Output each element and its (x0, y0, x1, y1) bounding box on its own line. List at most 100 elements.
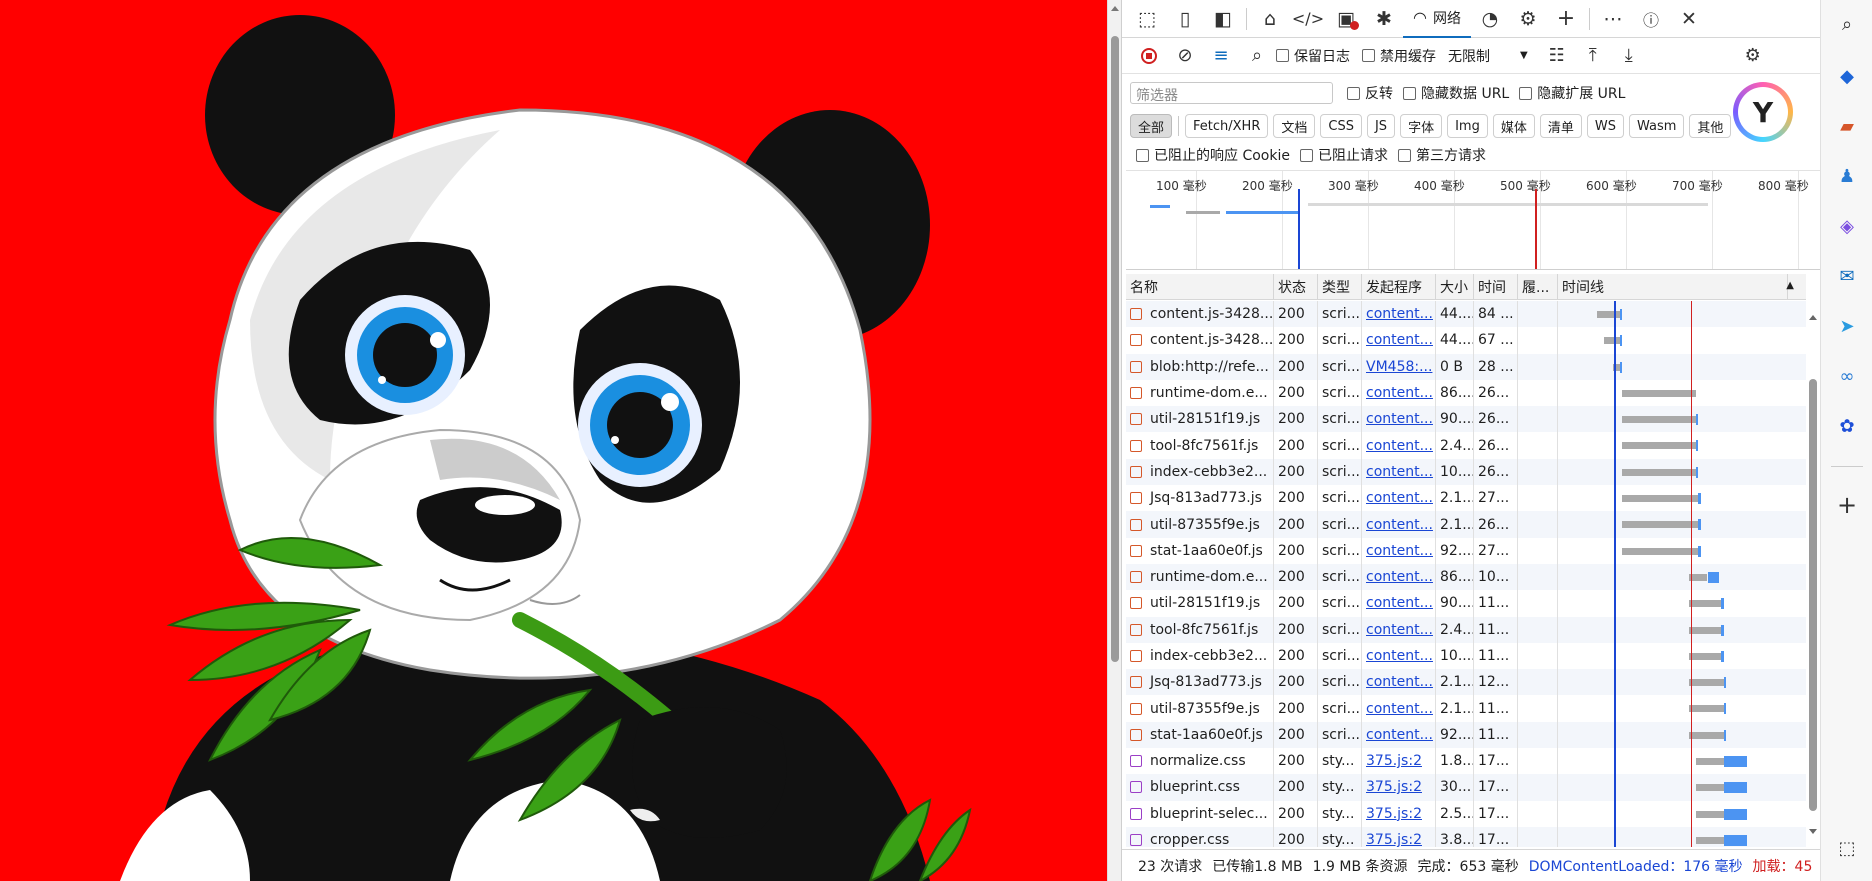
sources-bug-icon[interactable]: ✱ (1365, 0, 1403, 38)
type-filter-doc[interactable]: 文档 (1273, 114, 1316, 138)
games-icon[interactable]: ♟ (1833, 162, 1861, 190)
outlook-icon[interactable]: ✉ (1833, 262, 1861, 290)
tab-network[interactable]: ◠ 网络 (1403, 0, 1471, 38)
cell-initiator-text[interactable]: VM458:... (1366, 359, 1432, 375)
table-row[interactable]: util-87355f9e.js 200 scri... content... 2.1.… (1126, 695, 1806, 722)
table-scroll-up-arrow[interactable] (1809, 315, 1817, 320)
cell-initiator-text[interactable]: content... (1366, 385, 1433, 401)
column-header[interactable]: 大小 (1436, 274, 1474, 299)
cell-initiator[interactable]: content... (1362, 537, 1436, 564)
elements-code-icon[interactable]: </> (1289, 0, 1327, 38)
table-row[interactable]: runtime-dom.e... 200 scri... content... 86..… (1126, 563, 1806, 591)
column-header[interactable]: 时间线 (1558, 274, 1788, 299)
hide-extension-url-checkbox[interactable]: 隐藏扩展 URL (1519, 83, 1625, 103)
column-header[interactable]: 状态 (1274, 274, 1318, 299)
table-row[interactable]: util-28151f19.js 200 scri... content... 90..… (1126, 406, 1806, 433)
cell-initiator-text[interactable]: content... (1366, 543, 1433, 559)
throttling-select[interactable]: 无限制 ▼ (1448, 46, 1528, 66)
table-row[interactable]: Jsq-813ad773.js 200 scri... content... 2.1..… (1126, 669, 1806, 696)
checkbox-box[interactable] (1276, 49, 1289, 62)
cell-initiator[interactable]: content... (1362, 642, 1436, 670)
search-icon[interactable]: ⌕ (1833, 10, 1861, 38)
table-scroll-thumb[interactable] (1809, 379, 1817, 811)
table-row[interactable]: content.js-3428... 200 scri... content... 44… (1126, 327, 1806, 354)
cell-initiator[interactable]: content... (1362, 563, 1436, 591)
request-table-body[interactable]: content.js-3428... 200 scri... content... 44… (1126, 301, 1806, 847)
preserve-log-checkbox[interactable]: 保留日志 (1276, 46, 1350, 66)
cell-initiator[interactable]: content... (1362, 669, 1436, 696)
checkbox-box[interactable] (1403, 86, 1416, 100)
cell-initiator[interactable]: VM458:... (1362, 353, 1436, 380)
checkbox-box[interactable] (1397, 148, 1411, 162)
blocked-requests-checkbox[interactable]: 已阻止请求 (1299, 145, 1388, 165)
import-har-icon[interactable]: ⤒ (1576, 40, 1610, 72)
cell-initiator-text[interactable]: content... (1366, 727, 1433, 743)
table-row[interactable]: Jsq-813ad773.js 200 scri... content... 2.1..… (1126, 485, 1806, 512)
cell-initiator[interactable]: 375.js:2 (1362, 774, 1436, 801)
cell-initiator-text[interactable]: content... (1366, 674, 1433, 690)
microsoft-365-icon[interactable]: ◈ (1833, 212, 1861, 240)
cell-initiator-text[interactable]: content... (1366, 438, 1433, 454)
more-tools-plus-icon[interactable]: + (1547, 0, 1585, 38)
type-filter-manifest[interactable]: 清单 (1539, 114, 1582, 138)
cell-initiator-text[interactable]: content... (1366, 648, 1433, 664)
screenshot-icon[interactable]: ⬚ (1833, 834, 1861, 862)
shopping-tag-icon[interactable]: ◆ (1833, 62, 1861, 90)
table-row[interactable]: index-cebb3e2... 200 scri... content... 10..… (1126, 642, 1806, 670)
table-row[interactable]: util-87355f9e.js 200 scri... content... 2.1.… (1126, 511, 1806, 538)
record-stop-icon[interactable] (1132, 40, 1166, 72)
table-row[interactable]: blueprint-selec... 200 sty... 375.js:2 2.5..… (1126, 800, 1806, 827)
network-conditions-icon[interactable]: ☷ (1540, 40, 1574, 72)
type-filter-all[interactable]: 全部 (1130, 114, 1173, 138)
add-sidebar-app-icon[interactable]: + (1833, 491, 1861, 519)
cell-initiator[interactable]: content... (1362, 432, 1436, 459)
table-row[interactable]: stat-1aa60e0f.js 200 scri... content... 92..… (1126, 537, 1806, 564)
cell-initiator-text[interactable]: content... (1366, 490, 1433, 506)
inspect-element-icon[interactable]: ⬚ (1128, 0, 1166, 38)
column-header[interactable]: 履... (1518, 274, 1558, 299)
column-header[interactable]: 类型 (1318, 274, 1362, 299)
hide-data-url-checkbox[interactable]: 隐藏数据 URL (1403, 83, 1509, 103)
checkbox-box[interactable] (1362, 49, 1375, 62)
cell-initiator[interactable]: 375.js:2 (1362, 826, 1436, 847)
table-row[interactable]: normalize.css 200 sty... 375.js:2 1.8... 17..… (1126, 748, 1806, 775)
cell-initiator[interactable]: 375.js:2 (1362, 800, 1436, 827)
performance-gauge-icon[interactable]: ◔ (1471, 0, 1509, 38)
table-scroll-down-arrow[interactable] (1809, 829, 1817, 834)
scroll-up-arrow[interactable] (1111, 6, 1119, 11)
export-har-icon[interactable]: ⤓ (1612, 40, 1646, 72)
filter-toggle-icon[interactable]: ≡ (1204, 40, 1238, 72)
more-options-icon[interactable]: ⋯ (1594, 0, 1632, 38)
send-icon[interactable]: ➤ (1833, 312, 1861, 340)
disable-cache-checkbox[interactable]: 禁用缓存 (1362, 46, 1436, 66)
page-scrollbar[interactable] (1107, 0, 1121, 881)
column-header[interactable]: 时间 (1474, 274, 1518, 299)
page-scroll-thumb[interactable] (1111, 36, 1119, 662)
cell-initiator[interactable]: content... (1362, 695, 1436, 722)
table-row[interactable]: util-28151f19.js 200 scri... content... 90..… (1126, 590, 1806, 617)
clear-log-icon[interactable]: ⊘ (1168, 40, 1202, 72)
cell-initiator-text[interactable]: 375.js:2 (1366, 806, 1422, 822)
cell-initiator[interactable]: content... (1362, 721, 1436, 749)
cell-initiator-text[interactable]: content... (1366, 411, 1433, 427)
type-filter-fetch-xhr[interactable]: Fetch/XHR (1185, 114, 1269, 138)
cell-initiator[interactable]: content... (1362, 301, 1436, 328)
cell-initiator-text[interactable]: content... (1366, 517, 1433, 533)
cell-initiator[interactable]: content... (1362, 590, 1436, 617)
table-row[interactable]: blob:http://refe... 200 scri... VM458:... 0 … (1126, 353, 1806, 380)
checkbox-box[interactable] (1519, 86, 1533, 100)
cell-initiator-text[interactable]: content... (1366, 569, 1433, 585)
checkbox-box[interactable] (1136, 148, 1149, 162)
cell-initiator[interactable]: content... (1362, 406, 1436, 433)
console-icon[interactable]: ▣ (1327, 0, 1365, 38)
table-row[interactable]: index-cebb3e2... 200 scri... content... 10..… (1126, 458, 1806, 486)
table-scrollbar[interactable] (1806, 301, 1820, 847)
baidu-paw-icon[interactable]: ✿ (1833, 412, 1861, 440)
type-filter-media[interactable]: 媒体 (1492, 114, 1535, 138)
cell-initiator-text[interactable]: content... (1366, 701, 1433, 717)
type-filter-js[interactable]: JS (1366, 114, 1396, 138)
third-party-checkbox[interactable]: 第三方请求 (1397, 145, 1486, 165)
blocked-cookies-checkbox[interactable]: 已阻止的响应 Cookie (1136, 145, 1290, 165)
type-filter-img[interactable]: Img (1447, 114, 1488, 138)
table-row[interactable]: runtime-dom.e... 200 scri... content... 86..… (1126, 379, 1806, 407)
